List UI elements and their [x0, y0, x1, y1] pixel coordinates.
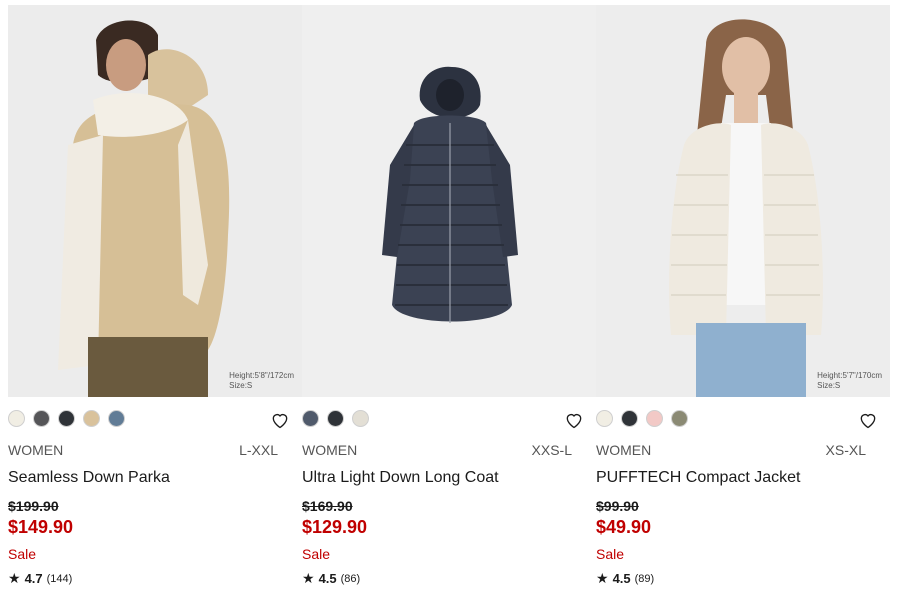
color-swatch[interactable]: [327, 410, 344, 427]
favorite-heart-icon[interactable]: [858, 410, 878, 430]
original-price: $169.90: [302, 498, 353, 514]
product-image[interactable]: Height:5'8"/172cm Size:S: [8, 5, 302, 397]
sale-label: Sale: [596, 546, 625, 562]
rating: ★ 4.5 (89): [596, 570, 654, 587]
star-icon: ★: [8, 570, 21, 586]
color-swatch[interactable]: [302, 410, 319, 427]
model-caption: Height:5'7"/170cm Size:S: [817, 371, 882, 390]
review-count: (144): [46, 572, 73, 585]
size-range: XS-XL: [825, 442, 866, 458]
color-swatch[interactable]: [33, 410, 50, 427]
color-swatch[interactable]: [108, 410, 125, 427]
favorite-heart-icon[interactable]: [564, 410, 584, 430]
model-caption: Height:5'8"/172cm Size:S: [229, 371, 294, 390]
gender-label: WOMEN: [8, 442, 64, 458]
star-icon: ★: [302, 570, 315, 586]
product-name[interactable]: Seamless Down Parka: [8, 469, 170, 487]
review-count: (86): [340, 572, 361, 585]
color-swatch[interactable]: [8, 410, 25, 427]
product-card[interactable]: Height:5'7"/170cm Size:S WOMEN XS-XL PUF…: [596, 5, 890, 599]
product-card[interactable]: WOMEN XXS-L Ultra Light Down Long Coat $…: [302, 5, 596, 599]
color-swatch[interactable]: [646, 410, 663, 427]
product-image[interactable]: Height:5'7"/170cm Size:S: [596, 5, 890, 397]
color-swatches: [8, 410, 133, 427]
color-swatch[interactable]: [621, 410, 638, 427]
sale-price: $49.90: [596, 517, 652, 537]
original-price: $99.90: [596, 498, 639, 514]
rating-value: 4.5: [318, 571, 337, 586]
rating-value: 4.7: [24, 571, 43, 586]
color-swatches: [596, 410, 696, 427]
gender-label: WOMEN: [302, 442, 358, 458]
rating-value: 4.5: [612, 571, 631, 586]
color-swatch[interactable]: [352, 410, 369, 427]
sale-label: Sale: [302, 546, 331, 562]
product-image[interactable]: [302, 5, 596, 397]
color-swatch[interactable]: [83, 410, 100, 427]
product-card[interactable]: Height:5'8"/172cm Size:S WOMEN L-XXL Sea…: [8, 5, 302, 599]
gender-label: WOMEN: [596, 442, 652, 458]
original-price: $199.90: [8, 498, 59, 514]
favorite-heart-icon[interactable]: [270, 410, 290, 430]
color-swatch[interactable]: [671, 410, 688, 427]
rating: ★ 4.7 (144): [8, 570, 72, 587]
sale-price: $129.90: [302, 517, 368, 537]
product-name[interactable]: Ultra Light Down Long Coat: [302, 469, 499, 487]
size-range: L-XXL: [239, 442, 278, 458]
color-swatch[interactable]: [596, 410, 613, 427]
sale-label: Sale: [8, 546, 37, 562]
color-swatch[interactable]: [58, 410, 75, 427]
product-name[interactable]: PUFFTECH Compact Jacket: [596, 469, 800, 487]
size-range: XXS-L: [531, 442, 572, 458]
color-swatches: [302, 410, 377, 427]
sale-price: $149.90: [8, 517, 74, 537]
star-icon: ★: [596, 570, 609, 586]
rating: ★ 4.5 (86): [302, 570, 360, 587]
review-count: (89): [634, 572, 655, 585]
